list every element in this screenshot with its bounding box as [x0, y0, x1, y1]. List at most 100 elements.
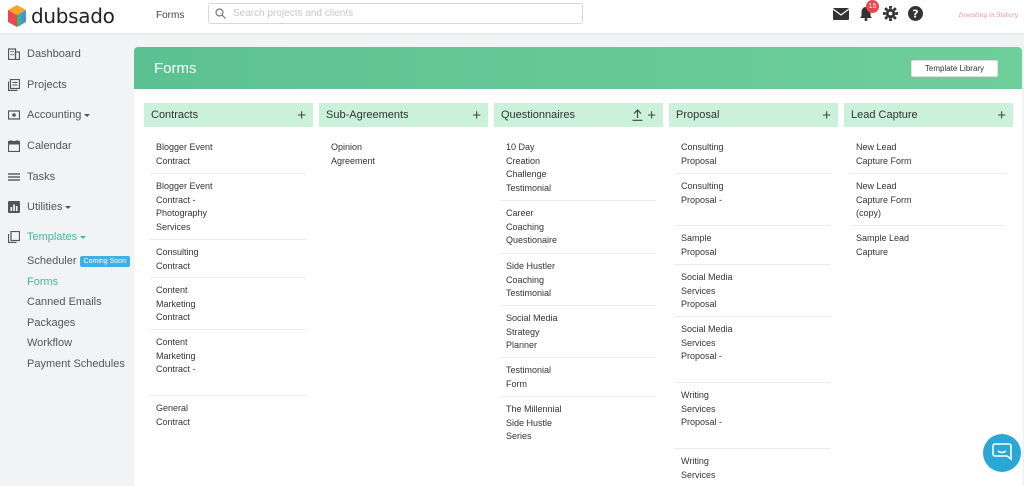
- form-item[interactable]: General Contract: [150, 402, 306, 429]
- sidebar-item-label: Templates: [27, 231, 78, 243]
- search-input[interactable]: [233, 8, 573, 19]
- form-item[interactable]: Blogger Event Contract: [150, 141, 306, 168]
- templates-icon: [7, 230, 21, 244]
- chat-bubble-icon: [992, 442, 1012, 464]
- column-questionnaires: Questionnaires + 10 Day Creation Challen…: [494, 103, 663, 486]
- column-title: Questionnaires: [501, 109, 575, 121]
- divider: [500, 357, 656, 358]
- divider: [850, 173, 1006, 174]
- form-item[interactable]: Writing Services: [675, 455, 831, 482]
- divider: [500, 396, 656, 397]
- form-item[interactable]: Writing Services Proposal -: [675, 389, 831, 430]
- divider: [675, 448, 831, 449]
- form-item[interactable]: Sample Lead Capture: [850, 232, 1006, 259]
- divider: [500, 200, 656, 201]
- help-icon[interactable]: ?: [907, 5, 924, 22]
- column-proposal: Proposal + Consulting Proposal Consultin…: [669, 103, 838, 486]
- add-form-plus-icon[interactable]: +: [297, 108, 306, 123]
- upload-icon[interactable]: [632, 109, 643, 121]
- column-title: Contracts: [151, 109, 199, 121]
- form-item[interactable]: Consulting Proposal: [675, 141, 831, 168]
- sidebar-item-calendar[interactable]: Calendar: [7, 140, 72, 153]
- form-item[interactable]: Consulting Proposal -: [675, 180, 831, 207]
- sidebar-subitem-payment-schedules[interactable]: Payment Schedules: [27, 358, 125, 370]
- app-logo[interactable]: dubsado: [8, 4, 115, 28]
- column-title: Proposal: [676, 109, 720, 121]
- template-library-button[interactable]: Template Library: [911, 60, 998, 77]
- building-icon: [7, 48, 21, 61]
- sidebar-subitem-workflow[interactable]: Workflow: [27, 337, 72, 349]
- search-box[interactable]: [208, 3, 583, 24]
- form-item[interactable]: 10 Day Creation Challenge Testimonial: [500, 141, 656, 195]
- sidebar-subitem-canned-emails[interactable]: Canned Emails: [27, 296, 102, 308]
- divider: [150, 395, 306, 396]
- add-form-plus-icon[interactable]: +: [647, 108, 656, 123]
- form-item[interactable]: Content Marketing Contract -: [150, 336, 306, 377]
- forms-header: Forms Template Library: [134, 47, 1022, 89]
- column-title: Sub-Agreements: [326, 109, 409, 121]
- column-actions: +: [632, 108, 656, 123]
- form-item[interactable]: Social Media Services Proposal -: [675, 323, 831, 364]
- sidebar-item-label: Utilities: [27, 201, 63, 213]
- sidebar-subitem-packages[interactable]: Packages: [27, 317, 75, 329]
- chart-icon: [8, 201, 20, 213]
- settings-gear-icon[interactable]: [882, 5, 899, 22]
- divider: [500, 305, 656, 306]
- form-item[interactable]: Opinion Agreement: [325, 141, 481, 168]
- form-item[interactable]: Content Marketing Contract: [150, 284, 306, 325]
- sidebar-item-projects[interactable]: Projects: [7, 78, 67, 92]
- column-header: Lead Capture +: [844, 103, 1013, 127]
- form-item[interactable]: Sample Proposal: [675, 232, 831, 259]
- sidebar-item-tasks[interactable]: Tasks: [8, 171, 55, 183]
- sidebar-item-accounting[interactable]: Accounting: [7, 109, 91, 121]
- mail-icon[interactable]: [832, 5, 849, 22]
- divider: [150, 239, 306, 240]
- divider: [675, 264, 831, 265]
- chevron-down-icon: [80, 235, 87, 239]
- form-item[interactable]: Side Hustler Coaching Testimonial: [500, 260, 656, 301]
- brand-signature[interactable]: Investing in Sistery: [959, 12, 1018, 19]
- add-form-plus-icon[interactable]: +: [472, 108, 481, 123]
- chevron-down-icon: [65, 205, 72, 209]
- sidebar-item-label: Projects: [27, 79, 67, 91]
- coming-soon-badge: Coming Soon: [79, 255, 130, 267]
- top-bar: dubsado Forms 15 ? Investing in Sistery: [0, 0, 1024, 34]
- add-form-plus-icon[interactable]: +: [997, 108, 1006, 123]
- sidebar-item-dashboard[interactable]: Dashboard: [7, 48, 81, 61]
- divider: [150, 329, 306, 330]
- form-item[interactable]: New Lead Capture Form (copy): [850, 180, 1006, 221]
- column-header: Contracts +: [144, 103, 313, 127]
- dubsado-logo-icon: [8, 5, 26, 27]
- sidebar-subitem-label: Scheduler: [27, 255, 77, 267]
- chat-launcher-button[interactable]: [983, 434, 1021, 472]
- sidebar-item-templates[interactable]: Templates: [7, 230, 87, 244]
- form-item[interactable]: New Lead Capture Form: [850, 141, 1006, 168]
- notification-count-badge: 15: [866, 0, 879, 13]
- column-contracts: Contracts + Blogger Event Contract Blogg…: [144, 103, 313, 486]
- sidebar-item-label: Tasks: [27, 171, 56, 183]
- column-header: Sub-Agreements +: [319, 103, 488, 127]
- column-title: Lead Capture: [851, 109, 918, 121]
- form-item[interactable]: Blogger Event Contract - Photography Ser…: [150, 180, 306, 234]
- sidebar-item-utilities[interactable]: Utilities: [8, 201, 72, 213]
- sidebar-item-label: Accounting: [27, 109, 82, 121]
- divider: [675, 173, 831, 174]
- money-icon: [7, 109, 21, 121]
- notifications-icon[interactable]: 15: [857, 0, 879, 22]
- sidebar-subitem-forms[interactable]: Forms: [27, 276, 58, 288]
- form-item[interactable]: Testimonial Form: [500, 364, 656, 391]
- calendar-icon: [7, 140, 21, 153]
- form-item[interactable]: Social Media Strategy Planner: [500, 312, 656, 353]
- form-item[interactable]: Social Media Services Proposal: [675, 271, 831, 312]
- current-section-label: Forms: [156, 10, 185, 21]
- form-item[interactable]: The Millennial Side Hustle Series: [500, 403, 656, 444]
- sidebar-subitem-scheduler[interactable]: Scheduler Coming Soon: [27, 255, 130, 267]
- form-item[interactable]: Consulting Contract: [150, 246, 306, 273]
- list-icon: [8, 171, 20, 183]
- form-item[interactable]: Career Coaching Questionaire: [500, 207, 656, 248]
- add-form-plus-icon[interactable]: +: [822, 108, 831, 123]
- column-header: Questionnaires +: [494, 103, 663, 127]
- divider: [500, 253, 656, 254]
- column-header: Proposal +: [669, 103, 838, 127]
- divider: [850, 225, 1006, 226]
